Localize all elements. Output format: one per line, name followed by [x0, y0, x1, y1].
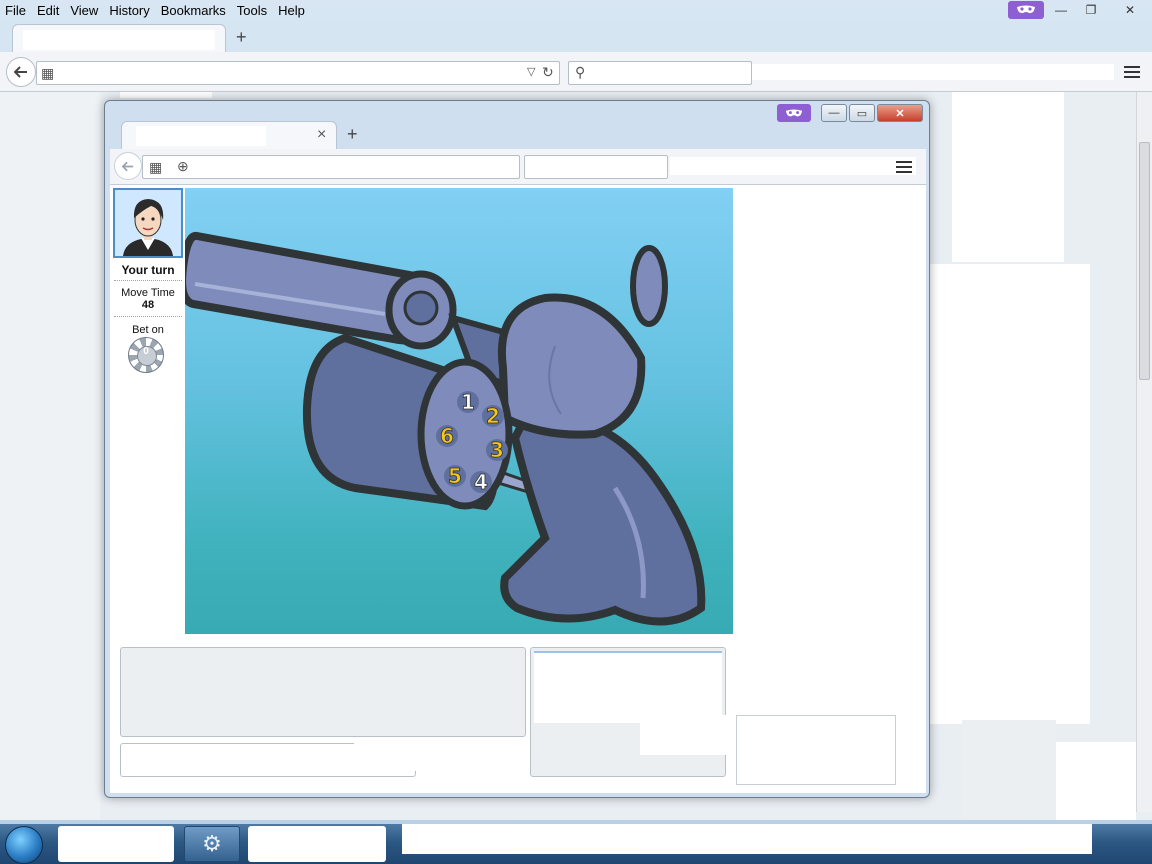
taskbar-item-1[interactable]	[58, 826, 174, 862]
taskbar-item-3[interactable]	[402, 824, 1092, 854]
panel-divider	[114, 316, 182, 317]
outer-tab-strip: +	[0, 22, 1152, 52]
outer-maximize-button[interactable]: ❐	[1078, 1, 1104, 19]
outer-search-bar[interactable]: ⚲	[568, 61, 752, 85]
inner-active-tab[interactable]: ×	[121, 121, 337, 149]
outer-window-controls: — ❐ ✕	[1008, 0, 1152, 20]
panel-spacer	[110, 385, 192, 515]
inner-maximize-button[interactable]: ▭	[849, 104, 875, 122]
outer-url-bar[interactable]: ▦ ▽ ↻	[36, 61, 560, 85]
outer-scroll-thumb[interactable]	[1139, 142, 1150, 380]
taskbar-item-2[interactable]	[248, 826, 386, 862]
back-arrow-icon[interactable]	[6, 57, 36, 87]
menu-history[interactable]: History	[104, 3, 155, 18]
search-icon: ⚲	[575, 64, 586, 80]
outer-right-panel-b	[924, 264, 1090, 724]
inner-search-bar[interactable]	[524, 155, 668, 179]
hamburger-menu-icon[interactable]	[1124, 66, 1140, 78]
menu-help[interactable]: Help	[273, 3, 311, 18]
url-text	[59, 64, 549, 82]
outer-menu-bar: File Edit View History Bookmarks Tools H…	[0, 0, 1152, 20]
outer-right-panel-d	[1056, 742, 1136, 820]
revolver-game-area[interactable]: 1 2 3 4 5 6	[185, 188, 733, 634]
chamber-6[interactable]: 6	[440, 424, 455, 449]
inner-minimize-button[interactable]: —	[821, 104, 847, 122]
outer-navigation-bar: ▦ ▽ ↻ ⚲	[0, 52, 1152, 92]
menu-edit[interactable]: Edit	[32, 3, 65, 18]
inner-tab-strip: × +	[111, 121, 923, 149]
inner-close-button[interactable]: ✕	[877, 104, 923, 122]
dropdown-icon[interactable]: ▽	[527, 65, 535, 78]
inner-toolbar-area	[670, 157, 916, 175]
chamber-3[interactable]: 3	[490, 438, 505, 463]
move-time-value: 48	[141, 299, 155, 311]
inner-navigation-bar: ▦ ⊕	[110, 149, 926, 185]
info-box	[736, 715, 896, 785]
outer-left-column	[0, 92, 100, 820]
start-button-icon[interactable]	[5, 826, 43, 864]
player-panel: Your turn Move Time 48 Bet on 0	[110, 185, 186, 385]
taskbar: ⚙	[0, 824, 1152, 864]
inner-url-bar[interactable]: ▦ ⊕	[142, 155, 520, 179]
private-browsing-mask-icon	[777, 104, 811, 122]
page-info-icon: ▦	[149, 159, 163, 175]
bet-chip-value: 0	[143, 346, 149, 357]
chamber-2[interactable]: 2	[486, 404, 501, 429]
outer-new-tab-button[interactable]: +	[236, 28, 247, 46]
inner-tab-title	[136, 126, 266, 146]
outer-right-panel-a	[952, 92, 1064, 262]
inner-window-controls: — ▭ ✕	[777, 103, 923, 123]
hamburger-menu-icon[interactable]	[896, 161, 912, 173]
players-list-header	[534, 651, 722, 723]
avatar	[113, 188, 183, 258]
page-info-icon: ▦	[41, 65, 55, 81]
game-page: Your turn Move Time 48 Bet on 0 1 2 3 4 …	[110, 185, 926, 793]
private-browsing-mask-icon	[1008, 1, 1044, 19]
inner-new-tab-button[interactable]: +	[347, 125, 358, 143]
outer-tab-title	[23, 30, 215, 50]
outer-toolbar-area	[752, 64, 1114, 80]
panel-divider	[114, 280, 182, 281]
chat-send-area	[354, 741, 548, 771]
settings-gear-icon[interactable]: ⚙	[184, 826, 240, 862]
outer-minimize-button[interactable]: —	[1048, 1, 1074, 19]
menu-tools[interactable]: Tools	[232, 3, 273, 18]
outer-close-button[interactable]: ✕	[1108, 1, 1152, 19]
globe-icon: ⊕	[177, 158, 189, 174]
right-side-panel	[733, 185, 925, 639]
back-arrow-icon[interactable]	[114, 152, 142, 180]
revolver-illustration: 1 2 3 4 5 6	[185, 231, 706, 626]
bet-label: Bet on	[132, 324, 164, 336]
turn-status: Your turn	[121, 263, 175, 277]
outer-right-panel-c	[962, 720, 1056, 820]
chamber-1[interactable]: 1	[461, 390, 476, 415]
menu-file[interactable]: File	[0, 3, 32, 18]
move-time-label: Move Time	[121, 287, 175, 299]
outer-header-strip	[120, 92, 212, 98]
chamber-4[interactable]: 4	[474, 470, 489, 495]
outer-vertical-scrollbar[interactable]	[1136, 92, 1152, 812]
inner-browser-window: — ▭ ✕ × + ▦ ⊕ Your turn Move Time 48 Bet…	[104, 100, 930, 798]
chat-messages-box	[120, 647, 526, 737]
menu-bookmarks[interactable]: Bookmarks	[156, 3, 232, 18]
reload-icon[interactable]: ↻	[542, 64, 554, 81]
tab-close-icon[interactable]: ×	[317, 126, 326, 144]
outer-active-tab[interactable]	[12, 24, 226, 52]
chamber-5[interactable]: 5	[448, 464, 463, 489]
menu-view[interactable]: View	[65, 3, 104, 18]
